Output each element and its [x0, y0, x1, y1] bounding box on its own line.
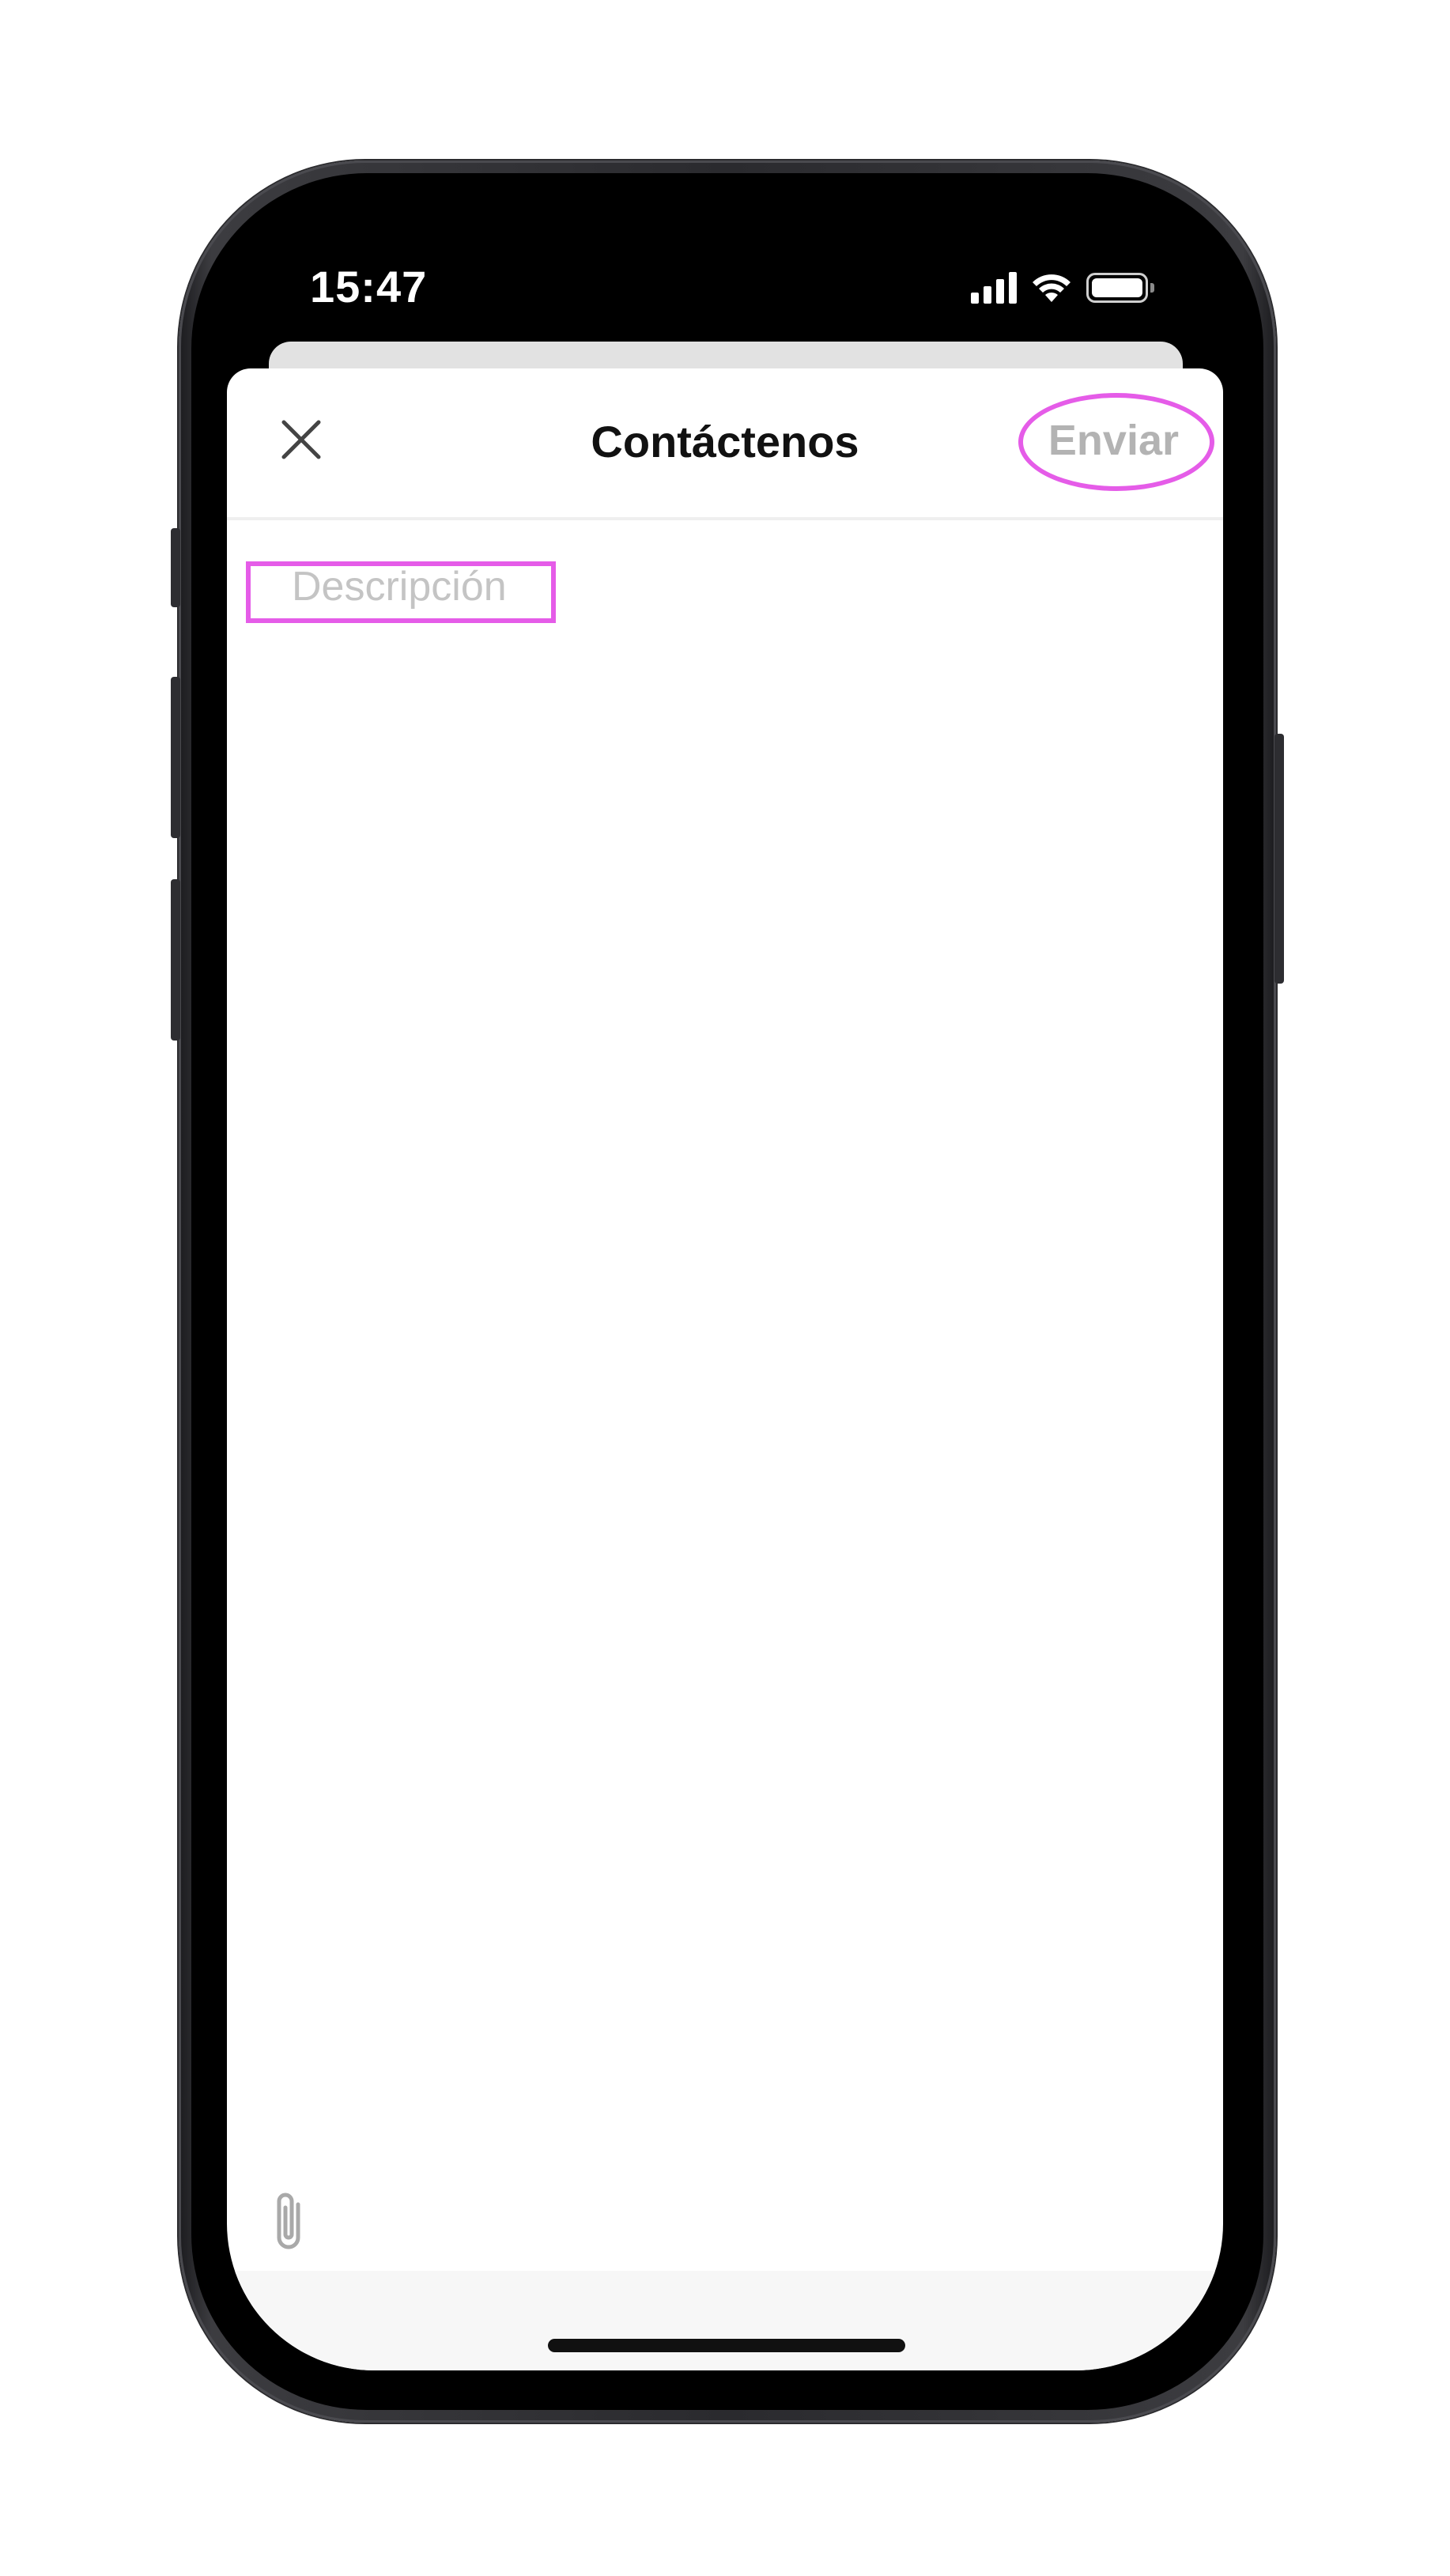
- description-input[interactable]: [268, 563, 1206, 2144]
- sheet-footer: [227, 2271, 1223, 2370]
- signal-icon: [971, 272, 1017, 304]
- description-highlight: [246, 561, 556, 623]
- home-indicator[interactable]: [548, 2339, 905, 2352]
- power-button: [1274, 734, 1284, 984]
- battery-icon: [1086, 273, 1154, 303]
- status-icons: [971, 266, 1154, 310]
- volume-up-button: [171, 677, 180, 838]
- attach-button[interactable]: [262, 2187, 319, 2258]
- contact-sheet: Contáctenos Enviar: [227, 368, 1223, 2370]
- wifi-icon: [1033, 274, 1071, 302]
- action-button: [171, 528, 180, 607]
- paperclip-icon: [277, 2193, 300, 2249]
- send-button-highlight: [1018, 393, 1214, 491]
- volume-down-button: [171, 879, 180, 1041]
- status-time: 15:47: [310, 262, 428, 312]
